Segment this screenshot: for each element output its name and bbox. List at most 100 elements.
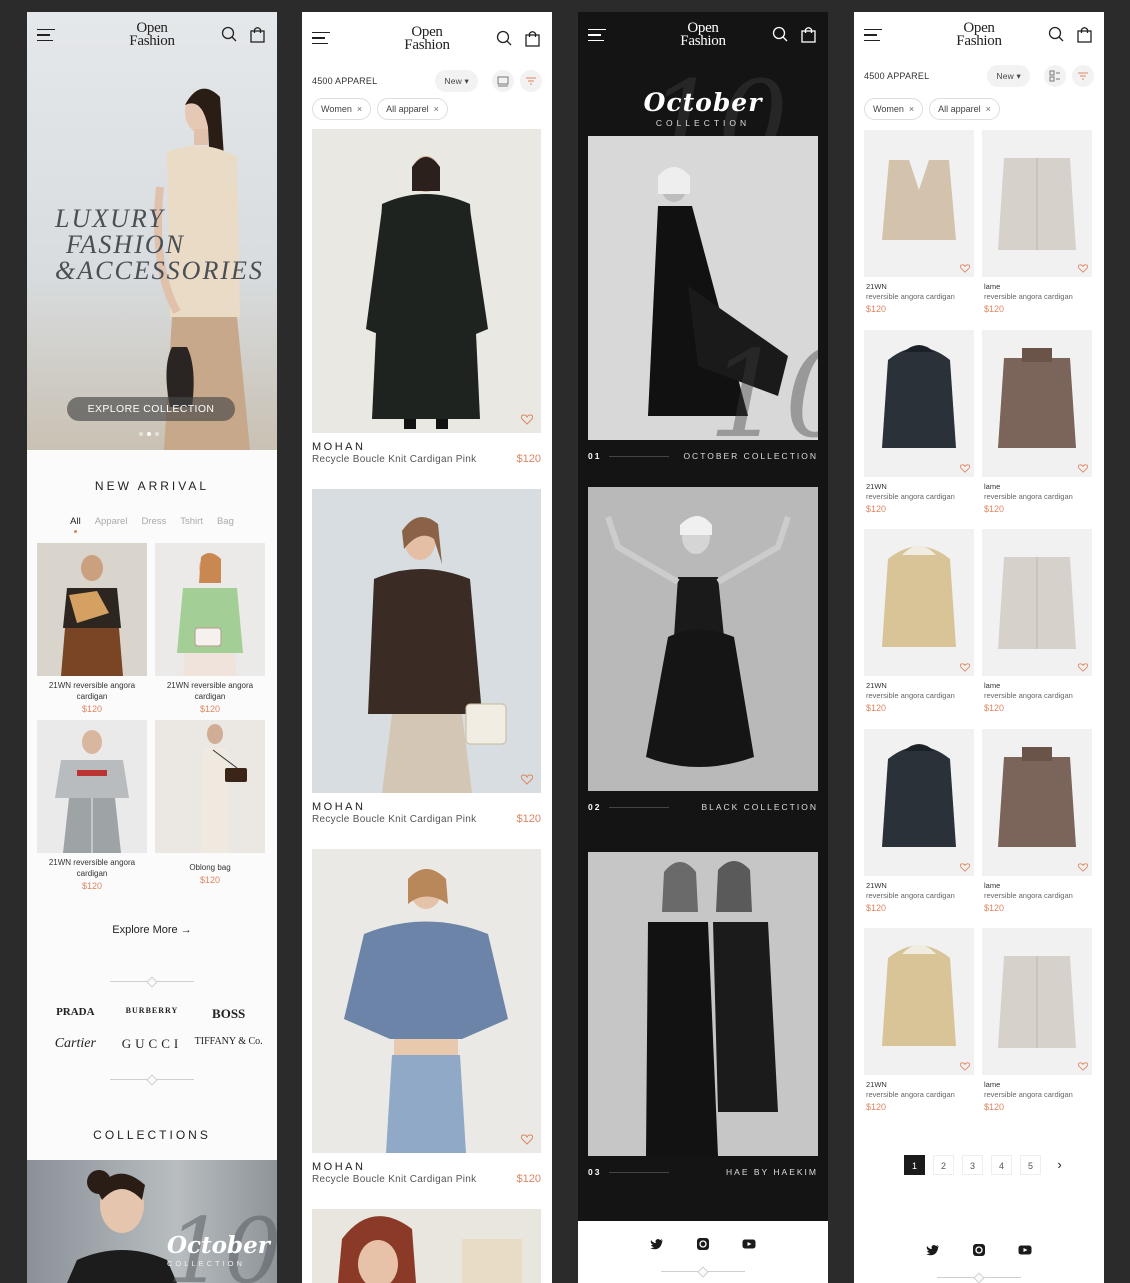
page-4[interactable]: 4 bbox=[991, 1155, 1012, 1175]
product-card[interactable] bbox=[312, 1209, 541, 1283]
active-filters: Women × All apparel × bbox=[864, 98, 1000, 120]
sort-dropdown[interactable]: New ▾ bbox=[987, 65, 1030, 87]
brand-burberry[interactable]: BURBERRY bbox=[114, 1006, 191, 1022]
brand-logo[interactable]: Open Fashion bbox=[302, 25, 552, 53]
grid-view-icon[interactable] bbox=[1044, 65, 1066, 87]
search-icon[interactable] bbox=[496, 30, 512, 46]
product-card[interactable]: 21WN reversible angora cardigan $120 bbox=[155, 543, 265, 714]
filter-chip-all-apparel[interactable]: All apparel × bbox=[929, 98, 1000, 120]
product-card[interactable]: lame reversible angora cardigan $120 bbox=[982, 130, 1092, 330]
collection-item[interactable]: 03 HAE BY HAEKIM bbox=[588, 852, 818, 1188]
product-price: $120 bbox=[866, 503, 887, 514]
product-card[interactable]: lame reversible angora cardigan $120 bbox=[982, 928, 1092, 1128]
product-card[interactable]: MOHAN Recycle Boucle Knit Cardigan Pink … bbox=[312, 129, 541, 465]
brand-logo[interactable]: Open Fashion bbox=[578, 21, 828, 49]
product-card[interactable]: MOHAN Recycle Boucle Knit Cardigan Pink … bbox=[312, 849, 541, 1185]
heart-icon[interactable] bbox=[960, 463, 970, 473]
bag-icon[interactable] bbox=[250, 26, 265, 43]
heart-icon[interactable] bbox=[521, 1134, 533, 1145]
product-card[interactable]: 21WN reversible angora cardigan $120 bbox=[864, 529, 974, 729]
youtube-icon[interactable] bbox=[1018, 1243, 1032, 1257]
product-card[interactable]: 21WN reversible angora cardigan $120 bbox=[37, 543, 147, 714]
product-card[interactable]: Oblong bag $120 bbox=[155, 720, 265, 891]
heart-icon[interactable] bbox=[521, 414, 533, 425]
youtube-icon[interactable] bbox=[742, 1237, 756, 1251]
hero-banner[interactable]: LUXURY FASHION &ACCESSORIES EXPLORE COLL… bbox=[27, 12, 277, 450]
product-card[interactable]: lame reversible angora cardigan $120 bbox=[982, 728, 1092, 929]
heart-icon[interactable] bbox=[1078, 1062, 1088, 1071]
brand-prada[interactable]: PRADA bbox=[37, 1006, 114, 1022]
heart-icon[interactable] bbox=[521, 774, 533, 785]
heart-icon[interactable] bbox=[960, 663, 970, 672]
collection-banner[interactable]: 10 October COLLECTION bbox=[27, 1160, 277, 1283]
product-card[interactable]: 21WN reversible angora cardigan $120 bbox=[864, 329, 974, 530]
product-price: $120 bbox=[984, 503, 1005, 514]
search-icon[interactable] bbox=[1048, 26, 1064, 42]
page-2[interactable]: 2 bbox=[933, 1155, 954, 1175]
view-toggle-icon[interactable] bbox=[492, 70, 514, 92]
carousel-dots[interactable] bbox=[139, 432, 159, 436]
brand-boss[interactable]: BOSS bbox=[190, 1006, 267, 1022]
twitter-icon[interactable] bbox=[926, 1243, 940, 1257]
heart-icon[interactable] bbox=[960, 862, 970, 872]
product-image bbox=[982, 130, 1092, 277]
tab-all[interactable]: All bbox=[70, 516, 81, 533]
page-3[interactable]: 3 bbox=[962, 1155, 983, 1175]
active-filters: Women × All apparel × bbox=[312, 98, 448, 120]
collection-item[interactable]: 10 01 OCTOBER COLLECTION bbox=[588, 136, 818, 472]
tab-tshirt[interactable]: Tshirt bbox=[180, 516, 203, 527]
instagram-icon[interactable] bbox=[972, 1243, 986, 1257]
tab-dress[interactable]: Dress bbox=[141, 516, 166, 527]
product-name: reversible angora cardigan bbox=[866, 292, 955, 301]
heart-icon[interactable] bbox=[1078, 663, 1088, 672]
bag-icon[interactable] bbox=[1077, 26, 1092, 43]
collection-item[interactable]: 02 BLACK COLLECTION bbox=[588, 487, 818, 823]
filter-chip-all-apparel[interactable]: All apparel × bbox=[377, 98, 448, 120]
heart-icon[interactable] bbox=[960, 264, 970, 273]
heart-icon[interactable] bbox=[960, 1062, 970, 1071]
product-brand: lame bbox=[984, 1080, 1001, 1089]
brand-tiffany[interactable]: TIFFANY & Co. bbox=[190, 1036, 267, 1052]
brand-logo[interactable]: Open Fashion bbox=[854, 21, 1104, 49]
product-name: reversible angora cardigan bbox=[984, 491, 1073, 501]
tab-bag[interactable]: Bag bbox=[217, 516, 234, 527]
filter-icon[interactable] bbox=[520, 70, 542, 92]
search-icon[interactable] bbox=[772, 26, 788, 42]
explore-collection-button[interactable]: EXPLORE COLLECTION bbox=[67, 397, 235, 421]
product-card[interactable]: 21WN reversible angora cardigan $120 bbox=[864, 728, 974, 929]
filter-chip-women[interactable]: Women × bbox=[312, 98, 372, 120]
product-card[interactable]: lame reversible angora cardigan $120 bbox=[982, 329, 1092, 530]
brand-logo[interactable]: Open Fashion bbox=[27, 21, 277, 49]
page-5[interactable]: 5 bbox=[1020, 1155, 1041, 1175]
page-1[interactable]: 1 bbox=[904, 1155, 925, 1175]
heart-icon[interactable] bbox=[1078, 463, 1088, 473]
bag-icon[interactable] bbox=[525, 30, 540, 47]
heart-icon[interactable] bbox=[1078, 862, 1088, 872]
bag-icon[interactable] bbox=[801, 26, 816, 43]
sort-dropdown[interactable]: New ▾ bbox=[435, 70, 478, 92]
product-card[interactable]: lame reversible angora cardigan $120 bbox=[982, 529, 1092, 729]
explore-more-link[interactable]: Explore More → bbox=[27, 924, 277, 936]
close-icon[interactable]: × bbox=[986, 104, 991, 114]
product-image bbox=[864, 529, 974, 676]
heart-icon[interactable] bbox=[1078, 264, 1088, 273]
new-arrival-title: NEW ARRIVAL bbox=[94, 479, 210, 493]
product-brand: MOHAN bbox=[312, 1161, 366, 1173]
next-page-icon[interactable]: › bbox=[1049, 1155, 1070, 1175]
product-image bbox=[312, 129, 541, 433]
tab-apparel[interactable]: Apparel bbox=[95, 516, 128, 527]
search-icon[interactable] bbox=[221, 26, 237, 42]
brand-gucci[interactable]: GUCCI bbox=[114, 1036, 191, 1052]
brand-cartier[interactable]: Cartier bbox=[37, 1036, 114, 1052]
product-card[interactable]: 21WN reversible angora cardigan $120 bbox=[37, 720, 147, 891]
instagram-icon[interactable] bbox=[696, 1237, 710, 1251]
close-icon[interactable]: × bbox=[434, 104, 439, 114]
product-card[interactable]: 21WN reversible angora cardigan $120 bbox=[864, 130, 974, 330]
close-icon[interactable]: × bbox=[357, 104, 362, 114]
filter-icon[interactable] bbox=[1072, 65, 1094, 87]
product-card[interactable]: 21WN reversible angora cardigan $120 bbox=[864, 928, 974, 1128]
filter-chip-women[interactable]: Women × bbox=[864, 98, 924, 120]
twitter-icon[interactable] bbox=[650, 1237, 664, 1251]
close-icon[interactable]: × bbox=[909, 104, 914, 114]
product-card[interactable]: MOHAN Recycle Boucle Knit Cardigan Pink … bbox=[312, 489, 541, 825]
